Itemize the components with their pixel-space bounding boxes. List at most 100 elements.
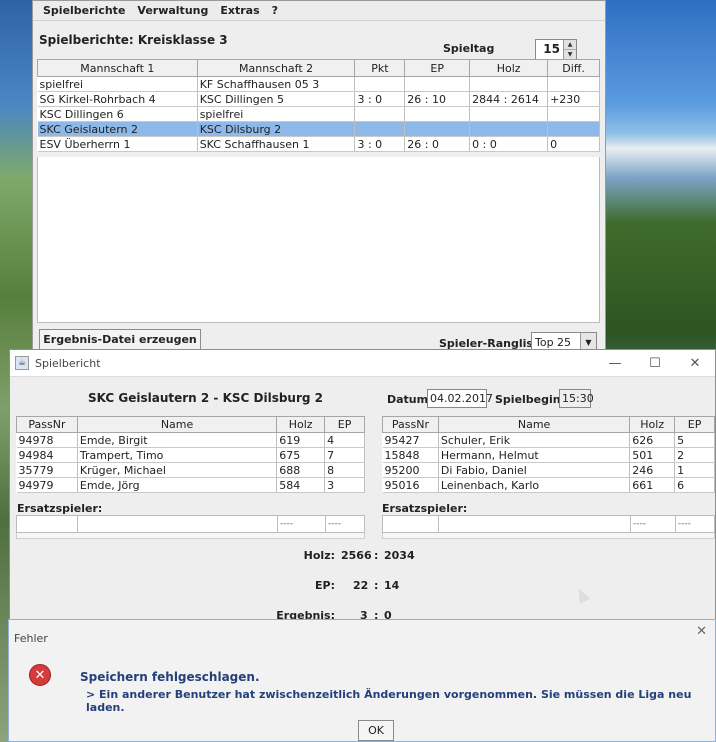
ersatz-name[interactable] <box>78 516 278 532</box>
table-row[interactable]: 94978 Emde, Birgit 619 4 <box>16 432 365 448</box>
table-cell[interactable]: 619 <box>276 432 326 448</box>
table-cell <box>404 106 471 122</box>
table-row[interactable]: 94979 Emde, Jörg 584 3 <box>16 477 365 493</box>
column-header[interactable]: Holz <box>629 416 676 433</box>
column-header[interactable]: PassNr <box>382 416 439 433</box>
table-row[interactable]: KSC Dillingen 6 spielfrei <box>37 106 600 122</box>
table-header-row: PassNr Name Holz EP <box>16 416 365 433</box>
ersatz-holz[interactable]: ---- <box>631 516 676 532</box>
table-cell[interactable]: 3 <box>324 477 365 493</box>
table-row[interactable]: 94984 Trampert, Timo 675 7 <box>16 447 365 463</box>
column-header[interactable]: EP <box>404 59 471 77</box>
ersatz-ep[interactable]: ---- <box>676 516 714 532</box>
column-header[interactable]: Mannschaft 1 <box>37 59 198 77</box>
close-icon[interactable]: ✕ <box>675 356 715 371</box>
table-cell[interactable]: 35779 <box>16 462 78 478</box>
datum-input[interactable]: 04.02.2017 <box>427 389 493 408</box>
table-row[interactable]: 95200 Di Fabio, Daniel 246 1 <box>382 462 715 478</box>
column-header[interactable]: PassNr <box>16 416 78 433</box>
table-cell[interactable]: Emde, Birgit <box>77 432 278 448</box>
ergebnis-datei-button[interactable]: Ergebnis-Datei erzeugen <box>39 329 201 351</box>
table-cell[interactable]: 15848 <box>382 447 439 463</box>
table-cell[interactable]: 584 <box>276 477 326 493</box>
table-cell[interactable]: Hermann, Helmut <box>438 447 631 463</box>
table-cell[interactable]: Schuler, Erik <box>438 432 631 448</box>
ersatz-ep[interactable]: ---- <box>326 516 364 532</box>
table-row[interactable]: ESV Überherrn 1 SKC Schaffhausen 1 3 : 0… <box>37 136 600 152</box>
table-row[interactable]: 15848 Hermann, Helmut 501 2 <box>382 447 715 463</box>
datum-label: Datum: <box>387 393 433 406</box>
spieltag-label: Spieltag <box>443 42 495 55</box>
ep-label: EP: <box>315 579 335 592</box>
maximize-icon[interactable]: ☐ <box>635 356 675 371</box>
table-cell[interactable]: 5 <box>674 432 715 448</box>
table-cell[interactable]: 675 <box>276 447 326 463</box>
table-cell[interactable]: Leinenbach, Karlo <box>438 477 631 493</box>
table-cell[interactable]: 95427 <box>382 432 439 448</box>
table-cell <box>547 106 600 122</box>
minimize-icon[interactable]: — <box>595 356 635 371</box>
spieltag-value[interactable]: 15 <box>536 40 563 59</box>
table-cell[interactable]: 1 <box>674 462 715 478</box>
table-cell[interactable]: 661 <box>629 477 676 493</box>
table-cell[interactable]: 94978 <box>16 432 78 448</box>
table-cell <box>469 76 549 92</box>
column-header[interactable]: Holz <box>469 59 549 77</box>
spinner-up-icon[interactable]: ▲ <box>564 40 576 50</box>
table-row[interactable]: SG Kirkel-Rohrbach 4 KSC Dillingen 5 3 :… <box>37 91 600 107</box>
table-row-selected[interactable]: SKC Geislautern 2 KSC Dilsburg 2 <box>37 121 600 137</box>
ersatz-name[interactable] <box>439 516 631 532</box>
ersatz-passnr[interactable] <box>17 516 78 532</box>
home-ersatz-row[interactable]: ---- ---- <box>16 515 365 533</box>
spielbericht-titlebar: ☕ Spielbericht — ☐ ✕ <box>10 350 715 377</box>
table-cell <box>404 76 471 92</box>
table-cell: SKC Schaffhausen 1 <box>197 136 356 152</box>
table-cell[interactable]: 95016 <box>382 477 439 493</box>
column-header[interactable]: EP <box>674 416 715 433</box>
table-cell[interactable]: 501 <box>629 447 676 463</box>
away-ersatz-row[interactable]: ---- ---- <box>382 515 715 533</box>
spielbeginn-input[interactable]: 15:30 <box>559 389 594 408</box>
column-header[interactable]: Holz <box>276 416 326 433</box>
table-cell[interactable]: 4 <box>324 432 365 448</box>
table-cell[interactable]: Trampert, Timo <box>77 447 278 463</box>
spieltag-spinner[interactable]: 15 ▲ ▼ <box>535 39 577 60</box>
table-cell: 2844 : 2614 <box>469 91 549 107</box>
menu-spielberichte[interactable]: Spielberichte <box>37 4 131 17</box>
table-cell[interactable]: Krüger, Michael <box>77 462 278 478</box>
table-cell[interactable]: 8 <box>324 462 365 478</box>
table-row[interactable]: 35779 Krüger, Michael 688 8 <box>16 462 365 478</box>
ep-separator: : <box>374 579 379 592</box>
ok-button[interactable]: OK <box>358 720 394 741</box>
menu-extras[interactable]: Extras <box>214 4 265 17</box>
table-cell[interactable]: 626 <box>629 432 676 448</box>
column-header[interactable]: Pkt <box>354 59 406 77</box>
table-row[interactable]: 95016 Leinenbach, Karlo 661 6 <box>382 477 715 493</box>
error-detail: > Ein anderer Benutzer hat zwischenzeitl… <box>86 688 692 714</box>
column-header[interactable]: Mannschaft 2 <box>196 59 356 77</box>
table-cell[interactable]: Emde, Jörg <box>77 477 278 493</box>
table-cell[interactable]: 6 <box>674 477 715 493</box>
table-cell[interactable]: 2 <box>674 447 715 463</box>
menu-help[interactable]: ? <box>266 4 284 17</box>
table-cell[interactable]: Di Fabio, Daniel <box>438 462 631 478</box>
table-row[interactable]: spielfrei KF Schaffhausen 05 3 <box>37 76 600 92</box>
column-header[interactable]: Name <box>437 416 631 433</box>
table-cell: SG Kirkel-Rohrbach 4 <box>37 91 198 107</box>
ersatz-passnr[interactable] <box>383 516 439 532</box>
menu-verwaltung[interactable]: Verwaltung <box>131 4 214 17</box>
away-players-table: PassNr Name Holz EP 95427 Schuler, Erik … <box>382 416 715 493</box>
column-header[interactable]: Name <box>76 416 278 433</box>
table-cell[interactable]: 95200 <box>382 462 439 478</box>
table-cell[interactable]: 7 <box>324 447 365 463</box>
column-header[interactable]: Diff. <box>547 59 600 77</box>
table-cell[interactable]: 246 <box>629 462 676 478</box>
table-cell[interactable]: 94979 <box>16 477 78 493</box>
table-cell[interactable]: 94984 <box>16 447 78 463</box>
column-header[interactable]: EP <box>324 416 365 433</box>
table-cell[interactable]: 688 <box>276 462 326 478</box>
table-row[interactable]: 95427 Schuler, Erik 626 5 <box>382 432 715 448</box>
close-icon[interactable]: ✕ <box>696 624 707 639</box>
ersatz-holz[interactable]: ---- <box>278 516 326 532</box>
table-cell <box>354 106 406 122</box>
